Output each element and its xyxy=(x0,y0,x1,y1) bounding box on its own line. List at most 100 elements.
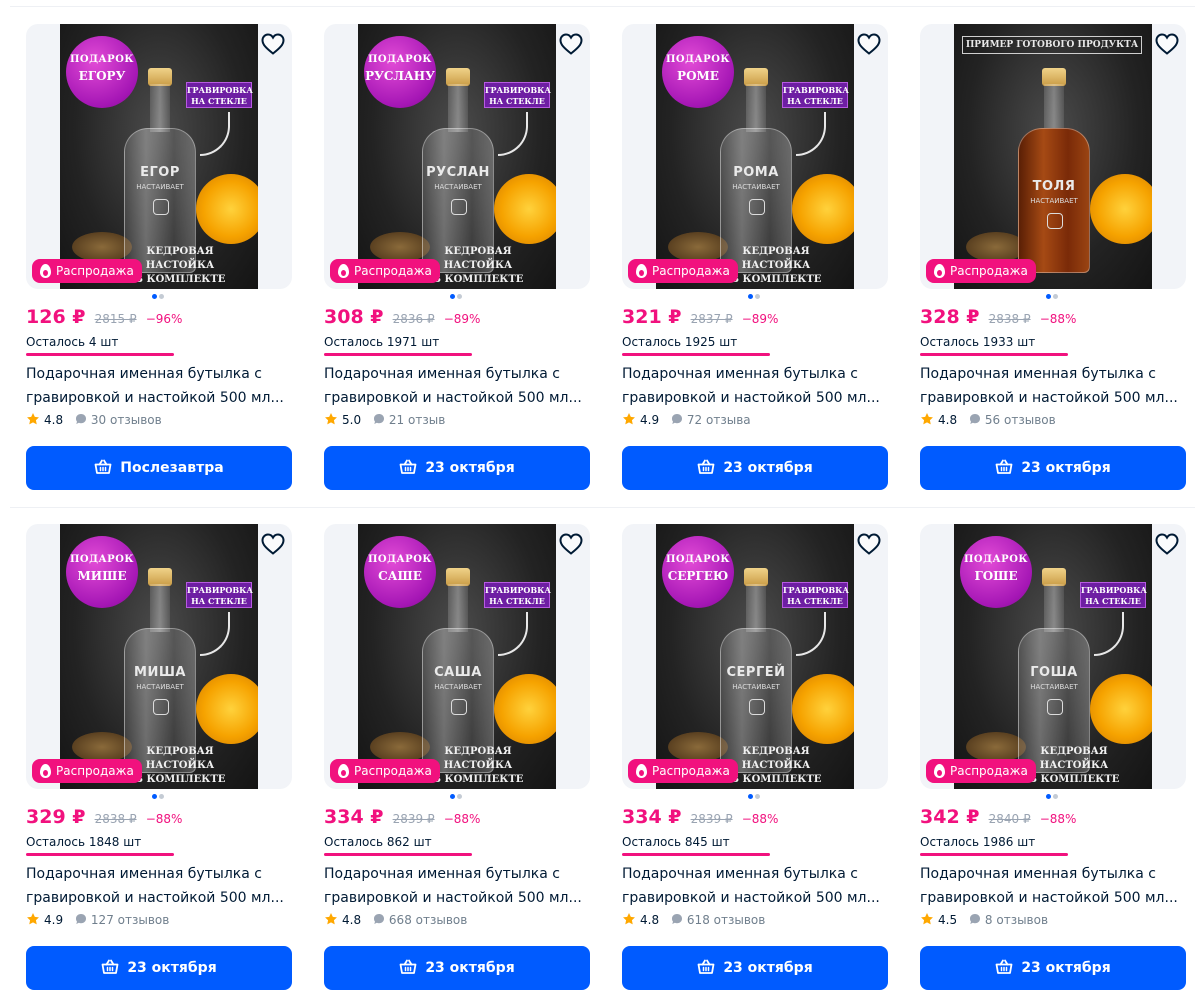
engrave-tag-line-2: НА СТЕКЛЕ xyxy=(489,596,545,606)
reviews-count[interactable]: 30 отзывов xyxy=(91,413,162,427)
product-card[interactable]: ПОДАРОК МИШЕ ГРАВИРОВКА НА СТЕКЛЕ МИША Н… xyxy=(26,524,292,991)
product-title-line-2[interactable]: гравировкой и настойкой 500 мл... xyxy=(920,886,1186,910)
product-image[interactable]: ПОДАРОК ЕГОРУ ГРАВИРОВКА НА СТЕКЛЕ ЕГОР … xyxy=(26,24,292,289)
carousel-dot-active xyxy=(450,294,455,299)
product-image[interactable]: ПОДАРОК СЕРГЕЮ ГРАВИРОВКА НА СТЕКЛЕ СЕРГ… xyxy=(622,524,888,789)
heart-icon[interactable] xyxy=(558,532,584,556)
delivery-button[interactable]: 23 октября xyxy=(622,446,888,490)
engraved-name: ТОЛЯ xyxy=(1032,179,1076,194)
product-card[interactable]: ПОДАРОК СЕРГЕЮ ГРАВИРОВКА НА СТЕКЛЕ СЕРГ… xyxy=(622,524,888,991)
rating-row: 4.8 618 отзывов xyxy=(622,912,765,932)
product-photo: ПРИМЕР ГОТОВОГО ПРОДУКТА ТОЛЯ НАСТАИВАЕТ xyxy=(954,24,1152,289)
product-title[interactable]: Подарочная именная бутылка с гравировкой… xyxy=(920,362,1186,410)
reviews-count[interactable]: 618 отзывов xyxy=(687,913,765,927)
cart-icon xyxy=(697,459,715,474)
stock-bar xyxy=(26,853,174,856)
product-card[interactable]: ПОДАРОК РОМЕ ГРАВИРОВКА НА СТЕКЛЕ РОМА Н… xyxy=(622,24,888,504)
caption-line-1: КЕДРОВАЯ xyxy=(146,746,214,757)
delivery-button[interactable]: 23 октября xyxy=(324,946,590,990)
product-card[interactable]: ПОДАРОК ЕГОРУ ГРАВИРОВКА НА СТЕКЛЕ ЕГОР … xyxy=(26,24,292,504)
carousel-dot xyxy=(457,294,462,299)
product-image[interactable]: ПОДАРОК РОМЕ ГРАВИРОВКА НА СТЕКЛЕ РОМА Н… xyxy=(622,24,888,289)
product-card[interactable]: ПРИМЕР ГОТОВОГО ПРОДУКТА ТОЛЯ НАСТАИВАЕТ xyxy=(920,24,1186,504)
delivery-button[interactable]: 23 октября xyxy=(324,446,590,490)
sale-badge: Распродажа xyxy=(628,259,738,283)
delivery-button[interactable]: 23 октября xyxy=(920,946,1186,990)
engraved-name: РУСЛАН xyxy=(426,165,490,180)
product-title-line-2[interactable]: гравировкой и настойкой 500 мл... xyxy=(622,386,888,410)
chat-bubble-icon xyxy=(671,914,682,924)
reviews-count[interactable]: 127 отзывов xyxy=(91,913,169,927)
product-title-line-1[interactable]: Подарочная именная бутылка с xyxy=(920,362,1186,386)
reviews-count[interactable]: 8 отзывов xyxy=(985,913,1048,927)
gift-badge-name: САШЕ xyxy=(378,569,422,583)
heart-icon[interactable] xyxy=(1154,32,1180,56)
product-title[interactable]: Подарочная именная бутылка с гравировкой… xyxy=(622,862,888,910)
rating-value: 4.8 xyxy=(44,413,64,427)
old-price: 2839 ₽ xyxy=(690,812,733,826)
product-title-line-2[interactable]: гравировкой и настойкой 500 мл... xyxy=(920,386,1186,410)
heart-icon[interactable] xyxy=(1154,532,1180,556)
chat-bubble-icon xyxy=(75,914,86,924)
caption-line-1: КЕДРОВАЯ xyxy=(146,246,214,257)
product-title[interactable]: Подарочная именная бутылка с гравировкой… xyxy=(26,862,292,910)
delivery-button[interactable]: 23 октября xyxy=(26,946,292,990)
product-card[interactable]: ПОДАРОК САШЕ ГРАВИРОВКА НА СТЕКЛЕ САША Н… xyxy=(324,524,590,991)
product-title-line-1[interactable]: Подарочная именная бутылка с xyxy=(622,862,888,886)
reviews-count[interactable]: 21 отзыв xyxy=(389,413,445,427)
cart-icon xyxy=(697,959,715,974)
rating-value: 4.8 xyxy=(342,913,362,927)
heart-icon[interactable] xyxy=(856,32,882,56)
product-image[interactable]: ПОДАРОК САШЕ ГРАВИРОВКА НА СТЕКЛЕ САША Н… xyxy=(324,524,590,789)
product-card[interactable]: ПОДАРОК ГОШЕ ГРАВИРОВКА НА СТЕКЛЕ ГОША Н… xyxy=(920,524,1186,991)
product-title-line-2[interactable]: гравировкой и настойкой 500 мл... xyxy=(622,886,888,910)
product-title[interactable]: Подарочная именная бутылка с гравировкой… xyxy=(920,862,1186,910)
gift-badge-name: РУСЛАНУ xyxy=(365,69,435,83)
product-image[interactable]: ПРИМЕР ГОТОВОГО ПРОДУКТА ТОЛЯ НАСТАИВАЕТ xyxy=(920,24,1186,289)
sample-tag: ПРИМЕР ГОТОВОГО ПРОДУКТА xyxy=(962,36,1142,54)
reviews-count[interactable]: 72 отзыва xyxy=(687,413,751,427)
engrave-tag: ГРАВИРОВКА НА СТЕКЛЕ xyxy=(484,582,551,608)
product-image[interactable]: ПОДАРОК МИШЕ ГРАВИРОВКА НА СТЕКЛЕ МИША Н… xyxy=(26,524,292,789)
delivery-date: 23 октября xyxy=(425,460,515,476)
product-title-line-1[interactable]: Подарочная именная бутылка с xyxy=(324,362,590,386)
carousel-dot-active xyxy=(152,794,157,799)
caption-line-1: КЕДРОВАЯ xyxy=(444,246,512,257)
reviews-count[interactable]: 56 отзывов xyxy=(985,413,1056,427)
heart-icon[interactable] xyxy=(260,532,286,556)
heart-icon[interactable] xyxy=(260,32,286,56)
product-image[interactable]: ПОДАРОК ГОШЕ ГРАВИРОВКА НА СТЕКЛЕ ГОША Н… xyxy=(920,524,1186,789)
product-title-line-2[interactable]: гравировкой и настойкой 500 мл... xyxy=(26,386,292,410)
product-title[interactable]: Подарочная именная бутылка с гравировкой… xyxy=(622,362,888,410)
product-title-line-1[interactable]: Подарочная именная бутылка с xyxy=(26,862,292,886)
delivery-button[interactable]: Послезавтра xyxy=(26,446,292,490)
star-icon xyxy=(325,913,337,925)
sale-badge-label: Распродажа xyxy=(56,264,134,278)
product-image[interactable]: ПОДАРОК РУСЛАНУ ГРАВИРОВКА НА СТЕКЛЕ РУС… xyxy=(324,24,590,289)
arrow-icon xyxy=(200,612,230,656)
product-title-line-1[interactable]: Подарочная именная бутылка с xyxy=(920,862,1186,886)
caption-line-1: КЕДРОВАЯ xyxy=(1040,746,1108,757)
delivery-button[interactable]: 23 октября xyxy=(622,946,888,990)
delivery-date: 23 октября xyxy=(1021,960,1111,976)
cart-icon xyxy=(995,459,1013,474)
product-title-line-1[interactable]: Подарочная именная бутылка с xyxy=(622,362,888,386)
heart-icon[interactable] xyxy=(558,32,584,56)
product-title-line-2[interactable]: гравировкой и настойкой 500 мл... xyxy=(26,886,292,910)
reviews-count[interactable]: 668 отзывов xyxy=(389,913,467,927)
product-title-line-2[interactable]: гравировкой и настойкой 500 мл... xyxy=(324,386,590,410)
product-title-line-2[interactable]: гравировкой и настойкой 500 мл... xyxy=(324,886,590,910)
product-title-line-1[interactable]: Подарочная именная бутылка с xyxy=(324,862,590,886)
product-title[interactable]: Подарочная именная бутылка с гравировкой… xyxy=(324,362,590,410)
delivery-button[interactable]: 23 октября xyxy=(920,446,1186,490)
rating-value: 4.8 xyxy=(640,913,660,927)
stock-bar xyxy=(26,353,174,356)
arrow-icon xyxy=(796,112,826,156)
product-title[interactable]: Подарочная именная бутылка с гравировкой… xyxy=(324,862,590,910)
product-title[interactable]: Подарочная именная бутылка с гравировкой… xyxy=(26,362,292,410)
thumbs-up-icon xyxy=(749,199,765,215)
old-price: 2815 ₽ xyxy=(94,312,137,326)
product-title-line-1[interactable]: Подарочная именная бутылка с xyxy=(26,362,292,386)
product-card[interactable]: ПОДАРОК РУСЛАНУ ГРАВИРОВКА НА СТЕКЛЕ РУС… xyxy=(324,24,590,504)
heart-icon[interactable] xyxy=(856,532,882,556)
